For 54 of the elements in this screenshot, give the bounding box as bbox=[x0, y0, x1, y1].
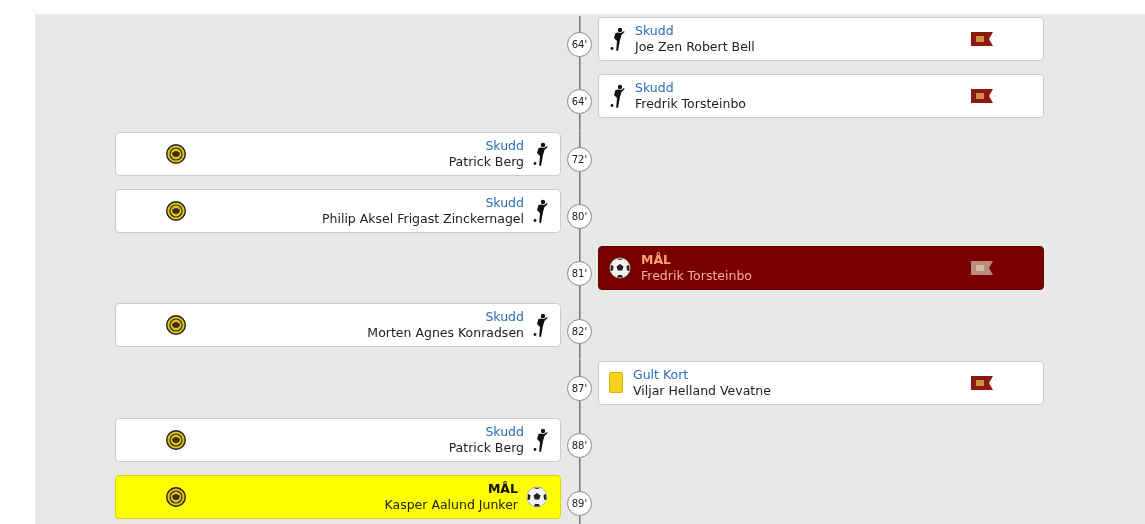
crest-icon bbox=[166, 200, 186, 221]
event-type: MÅL bbox=[487, 481, 518, 498]
booking-card-icon bbox=[609, 372, 623, 394]
player-name: Kasper Aalund Junker bbox=[384, 497, 518, 514]
event-type: Gult Kort bbox=[633, 366, 690, 383]
event-type: Skudd bbox=[635, 80, 675, 97]
minute-marker: 88' bbox=[567, 433, 592, 459]
event-card[interactable]: Gult Kort Viljar Helland Vevatne bbox=[598, 360, 1044, 405]
player-name: Viljar Helland Vevatne bbox=[633, 382, 772, 399]
minute-marker: 81' bbox=[567, 261, 592, 287]
player-name: Joe Zen Robert Bell bbox=[635, 39, 756, 55]
crest-icon bbox=[166, 430, 186, 451]
flag-icon bbox=[971, 261, 993, 276]
kicker-icon bbox=[609, 27, 625, 51]
flag-icon bbox=[971, 89, 993, 104]
flag-icon bbox=[971, 375, 993, 390]
player-name: Fredrik Torsteinbo bbox=[641, 268, 753, 285]
event-card[interactable]: Skudd Philip Aksel Frigast Zinckernagel bbox=[115, 188, 561, 233]
kicker-icon bbox=[609, 84, 625, 109]
kicker-icon bbox=[532, 141, 548, 166]
crest-icon bbox=[166, 315, 186, 336]
kicker-icon bbox=[532, 313, 548, 338]
crest-icon bbox=[166, 487, 186, 508]
kicker-icon bbox=[532, 198, 548, 223]
minute-marker: 87' bbox=[567, 375, 592, 401]
crest-icon bbox=[166, 143, 186, 164]
ball-icon bbox=[526, 486, 548, 509]
flag-icon bbox=[971, 32, 993, 46]
player-name: Patrick Berg bbox=[448, 440, 524, 457]
minute-marker: 72' bbox=[567, 146, 592, 172]
event-card[interactable]: Skudd Patrick Berg bbox=[115, 418, 561, 463]
minute-marker: 80' bbox=[567, 204, 592, 230]
player-name: Philip Aksel Frigast Zinckernagel bbox=[322, 210, 524, 227]
player-name: Morten Agnes Konradsen bbox=[367, 325, 524, 342]
player-name: Patrick Berg bbox=[448, 153, 524, 170]
minute-marker: 64' bbox=[567, 32, 592, 58]
minute-marker: 89' bbox=[567, 490, 592, 516]
goal-event-card[interactable]: MÅL Fredrik Torsteinbo bbox=[598, 246, 1044, 291]
event-card[interactable]: Skudd Morten Agnes Konradsen bbox=[115, 303, 561, 348]
minute-marker: 64' bbox=[567, 89, 592, 115]
event-card[interactable]: Skudd Fredrik Torsteinbo bbox=[598, 74, 1044, 119]
goal-event-card[interactable]: MÅL Kasper Aalund Junker bbox=[115, 475, 561, 520]
ball-icon bbox=[609, 257, 631, 280]
event-type: Skudd bbox=[485, 137, 524, 154]
minute-marker: 82' bbox=[567, 318, 592, 344]
event-card[interactable]: Skudd Patrick Berg bbox=[115, 131, 561, 176]
kicker-icon bbox=[532, 428, 548, 453]
event-type: Skudd bbox=[485, 194, 524, 211]
event-card[interactable]: Skudd Joe Zen Robert Bell bbox=[598, 17, 1044, 61]
player-name: Fredrik Torsteinbo bbox=[635, 96, 747, 113]
event-type: Skudd bbox=[635, 23, 675, 39]
event-type: MÅL bbox=[641, 252, 673, 269]
event-type: Skudd bbox=[485, 424, 524, 441]
event-type: Skudd bbox=[485, 309, 524, 326]
